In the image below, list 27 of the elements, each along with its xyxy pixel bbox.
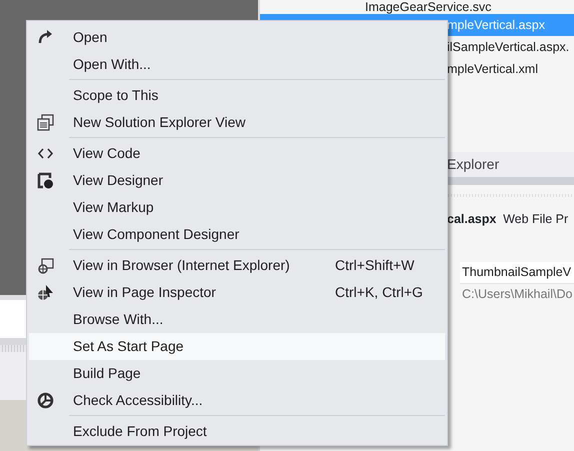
menu-item[interactable]: View Code <box>29 140 445 167</box>
menu-item[interactable]: View in Browser (Internet Explorer) Ctrl+Shift+W <box>29 252 445 279</box>
menu-item[interactable]: View Markup <box>29 194 445 221</box>
menu-item[interactable]: View Designer <box>29 167 445 194</box>
file-type: Web File Pr <box>503 212 568 226</box>
menu-item[interactable]: Build Page <box>29 360 445 387</box>
menu-item[interactable]: Exclude From Project <box>29 418 445 445</box>
globe-cursor-icon <box>37 284 54 301</box>
browser-icon <box>37 257 54 274</box>
menu-item[interactable]: View Component Designer <box>29 221 445 248</box>
file-item[interactable]: ImageGearService.svc <box>260 0 574 14</box>
menu-item[interactable]: Set As Start Page <box>29 333 445 360</box>
menu-item[interactable]: Open <box>29 24 445 51</box>
shortcut-text: Ctrl+Shift+W <box>335 256 414 275</box>
pie-chart-icon <box>37 392 54 409</box>
menu-item[interactable]: Browse With... <box>29 306 445 333</box>
menu-item[interactable]: View in Page Inspector Ctrl+K, Ctrl+G <box>29 279 445 306</box>
designer-icon <box>37 172 54 189</box>
open-arrow-icon <box>37 29 54 46</box>
property-value: ThumbnailSampleV <box>460 262 574 283</box>
shortcut-text: Ctrl+K, Ctrl+G <box>335 283 423 302</box>
menu-item[interactable]: New Solution Explorer View <box>29 109 445 136</box>
menu-item[interactable]: Scope to This <box>29 82 445 109</box>
menu-item[interactable]: Check Accessibility... <box>29 387 445 414</box>
windows-icon <box>37 114 54 131</box>
menu-item[interactable]: Open With... <box>29 51 445 78</box>
file-name: cal.aspx <box>447 212 496 226</box>
